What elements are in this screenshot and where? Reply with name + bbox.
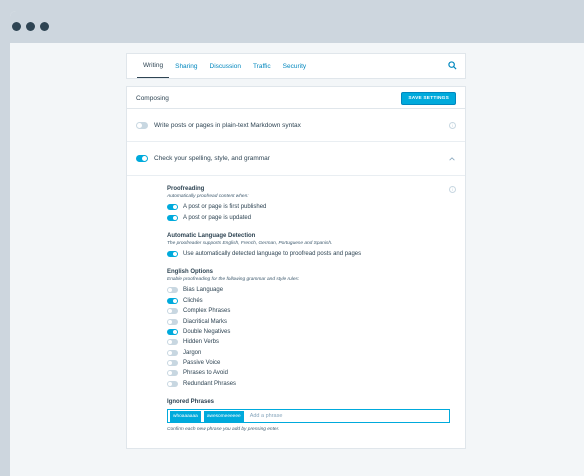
rule-toggle[interactable] <box>167 360 178 367</box>
rule-toggle[interactable] <box>167 308 178 315</box>
proofreading-desc: Automatically proofread content when: <box>167 194 249 199</box>
option-label: A post or page is updated <box>183 214 252 221</box>
rule-toggle[interactable] <box>167 380 178 387</box>
tab-sharing[interactable]: Sharing <box>169 54 203 78</box>
phrase-chip[interactable]: awesomeeeeee <box>203 410 244 422</box>
composing-title: Composing <box>136 94 169 102</box>
chevron-up-icon[interactable] <box>448 155 456 163</box>
tab-writing[interactable]: Writing <box>137 54 170 78</box>
option-label: A post or page is first published <box>183 204 267 211</box>
language-desc: The proofreader supports English, French… <box>167 240 333 246</box>
spelling-options-panel: i Proofreading Automatically proofread c… <box>127 175 465 448</box>
phrase-chip[interactable]: whoaaaaaa <box>170 410 201 422</box>
english-options-section: English Options Enable proofreading for … <box>167 269 456 389</box>
english-options-desc: Enable proofreading for the following gr… <box>167 277 300 283</box>
rule-toggle[interactable] <box>167 349 178 356</box>
option-label: Double Negatives <box>183 328 231 335</box>
spelling-toggle[interactable] <box>136 155 148 162</box>
rule-toggle[interactable] <box>167 370 178 377</box>
settings-content: Writing Sharing Discussion Traffic Secur… <box>127 54 465 449</box>
spelling-label: Check your spelling, style, and grammar <box>154 155 270 162</box>
info-icon[interactable]: i <box>449 186 456 193</box>
proofreading-title: Proofreading <box>167 186 205 192</box>
title-bar <box>10 11 584 43</box>
option-label: Hidden Verbs <box>183 339 220 346</box>
markdown-label: Write posts or pages in plain-text Markd… <box>154 121 301 129</box>
tab-discussion[interactable]: Discussion <box>204 54 247 78</box>
proofread-published-toggle[interactable] <box>167 204 178 211</box>
language-detect-option[interactable]: Use automatically detected language to p… <box>167 249 456 259</box>
markdown-row: Write posts or pages in plain-text Markd… <box>127 109 465 141</box>
language-detect-toggle[interactable] <box>167 250 178 257</box>
rule-option[interactable]: Passive Voice <box>167 358 456 368</box>
option-label: Bias Language <box>183 287 224 294</box>
option-label: Jargon <box>183 349 202 356</box>
spelling-row[interactable]: Check your spelling, style, and grammar <box>127 141 465 175</box>
ignored-phrases-hint: Confirm each new phrase you add by press… <box>167 427 280 433</box>
markdown-toggle[interactable] <box>136 121 148 129</box>
option-label: Complex Phrases <box>183 308 231 315</box>
rule-toggle[interactable] <box>167 328 178 335</box>
settings-tabs: Writing Sharing Discussion Traffic Secur… <box>127 54 465 78</box>
composing-header: Composing SAVE SETTINGS <box>127 87 465 109</box>
proofread-published-option[interactable]: A post or page is first published <box>167 202 456 212</box>
rule-option[interactable]: Double Negatives <box>167 327 456 337</box>
proofread-updated-option[interactable]: A post or page is updated <box>167 212 456 222</box>
rule-option[interactable]: Phrases to Avoid <box>167 368 456 378</box>
info-icon[interactable]: i <box>449 121 456 129</box>
option-label: Diacritical Marks <box>183 318 228 325</box>
rule-option[interactable]: Bias Language <box>167 285 456 295</box>
rule-option[interactable]: Clichés <box>167 296 456 306</box>
rule-option[interactable]: Hidden Verbs <box>167 337 456 347</box>
proofreading-section: Proofreading Automatically proofread con… <box>167 186 456 223</box>
save-settings-button[interactable]: SAVE SETTINGS <box>401 91 456 105</box>
rule-toggle[interactable] <box>167 318 178 325</box>
ignored-phrases-section: Ignored Phrases whoaaaaaa awesomeeeeee A… <box>167 399 456 432</box>
rule-option[interactable]: Jargon <box>167 348 456 358</box>
composing-card: Write posts or pages in plain-text Markd… <box>127 109 465 449</box>
rule-toggle[interactable] <box>167 287 178 294</box>
ignored-phrases-input[interactable]: whoaaaaaa awesomeeeeee Add a phrase <box>167 409 450 424</box>
ignored-phrases-title: Ignored Phrases <box>167 399 215 406</box>
rule-toggle[interactable] <box>167 339 178 346</box>
language-section: Automatic Language Detection The proofre… <box>167 233 456 259</box>
tab-security[interactable]: Security <box>277 54 312 78</box>
english-options-title: English Options <box>167 269 213 276</box>
window-control-minimize[interactable] <box>26 22 35 31</box>
search-icon[interactable] <box>448 61 457 70</box>
browser-window: Writing Sharing Discussion Traffic Secur… <box>10 11 584 476</box>
tab-traffic[interactable]: Traffic <box>247 54 277 78</box>
window-control-maximize[interactable] <box>40 22 49 31</box>
option-label: Clichés <box>183 297 203 304</box>
add-phrase-placeholder[interactable]: Add a phrase <box>250 413 283 419</box>
option-label: Redundant Phrases <box>183 380 237 387</box>
proofread-updated-toggle[interactable] <box>167 214 178 221</box>
option-label: Passive Voice <box>183 360 221 367</box>
rule-option[interactable]: Complex Phrases <box>167 306 456 316</box>
rule-option[interactable]: Diacritical Marks <box>167 316 456 326</box>
rule-toggle[interactable] <box>167 297 178 304</box>
window-control-close[interactable] <box>12 22 21 31</box>
rule-option[interactable]: Redundant Phrases <box>167 379 456 389</box>
option-label: Use automatically detected language to p… <box>183 250 362 257</box>
language-title: Automatic Language Detection <box>167 232 256 239</box>
option-label: Phrases to Avoid <box>183 370 228 377</box>
